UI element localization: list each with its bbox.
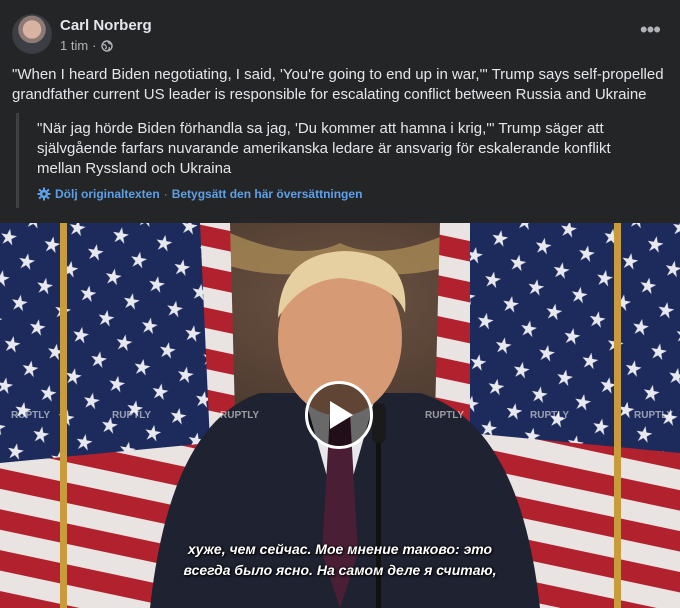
play-icon (330, 401, 353, 429)
watermark-left-2: RUPTLY (112, 410, 152, 421)
watermark-right-2: RUPTLY (530, 410, 570, 421)
translated-text: "När jag hörde Biden förhandla sa jag, '… (37, 120, 611, 177)
meta-separator: · (92, 38, 97, 53)
watermark-center: RUPTLY (220, 410, 260, 421)
actions-separator: · (163, 187, 168, 201)
timestamp[interactable]: 1 tim (60, 38, 88, 53)
more-options-icon[interactable]: ••• (640, 19, 661, 41)
post-header: Carl Norberg 1 tim · ••• (12, 14, 668, 58)
subtitle-line-2: всегда было ясно. На самом деле я считаю… (183, 562, 497, 578)
translation-actions: Dölj originaltexten · Betygsätt den här … (37, 187, 656, 201)
globe-icon[interactable] (100, 39, 113, 52)
post-text: "When I heard Biden negotiating, I said,… (12, 66, 664, 103)
gear-icon (37, 187, 51, 201)
rate-translation-link[interactable]: Betygsätt den här översättningen (172, 187, 363, 201)
post-card: Carl Norberg 1 tim · ••• "When I heard B… (0, 0, 680, 608)
play-button[interactable] (305, 381, 373, 449)
watermark-right: RUPTLY (425, 410, 465, 421)
author-name[interactable]: Carl Norberg (60, 17, 152, 34)
subtitle-line-1: хуже, чем сейчас. Мое мнение таково: это (187, 541, 493, 557)
avatar[interactable] (12, 14, 52, 54)
translation-block: "När jag hörde Biden förhandla sa jag, '… (16, 113, 656, 208)
post-meta: 1 tim · (60, 38, 113, 53)
watermark-left: RUPTLY (11, 410, 51, 421)
hide-original-link[interactable]: Dölj originaltexten (55, 187, 160, 201)
watermark-right-3: RUPTLY (634, 410, 674, 421)
